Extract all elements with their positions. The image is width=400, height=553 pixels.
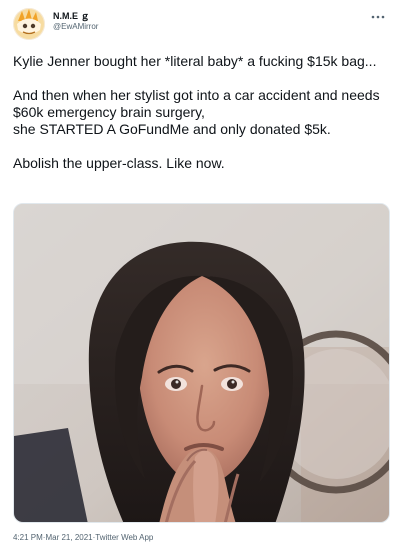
portrait-photo	[14, 204, 389, 522]
tweet-metadata: 4:21 PM · Mar 21, 2021 · Twitter Web App	[13, 533, 153, 543]
author-info: N.M.E ｇ @EwAMirror	[53, 10, 98, 32]
tweet-header: N.M.E ｇ @EwAMirror	[13, 8, 387, 42]
handle[interactable]: @EwAMirror	[53, 22, 98, 32]
more-button[interactable]	[370, 10, 386, 22]
avatar[interactable]	[13, 8, 45, 40]
tweet-text: Kylie Jenner bought her *literal baby* a…	[13, 53, 380, 171]
display-name[interactable]: N.M.E ｇ	[53, 10, 98, 22]
tweet-date[interactable]: Mar 21, 2021	[45, 533, 92, 543]
tweet-card: N.M.E ｇ @EwAMirror Kylie Jenner bought h…	[0, 0, 400, 553]
tweet-photo[interactable]	[13, 203, 390, 523]
avatar-icon	[13, 8, 45, 40]
tweet-client[interactable]: Twitter Web App	[95, 533, 153, 543]
tweet-time[interactable]: 4:21 PM	[13, 533, 43, 543]
more-horizontal-icon	[371, 15, 385, 19]
